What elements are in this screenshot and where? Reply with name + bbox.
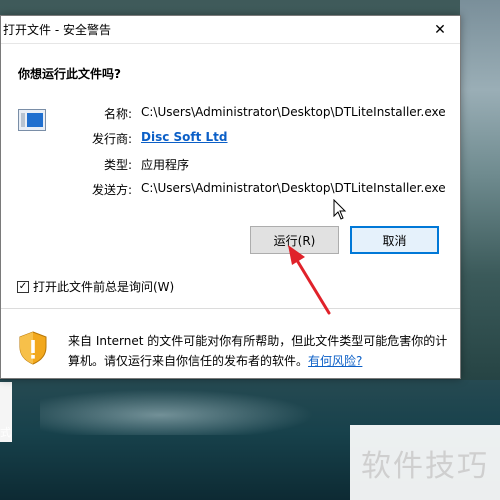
field-value-name: C:\Users\Administrator\Desktop\DTLiteIns… xyxy=(141,105,446,119)
publisher-link[interactable]: Disc Soft Ltd xyxy=(141,130,228,144)
close-button[interactable]: ✕ xyxy=(420,16,460,43)
field-label-name: 名称: xyxy=(103,107,132,121)
always-ask-checkbox[interactable]: ✓ xyxy=(17,280,29,293)
warning-text: 来自 Internet 的文件可能对你有所帮助，但此文件类型可能危害你的计算机。… xyxy=(68,334,448,368)
always-ask-label: 打开此文件前总是询问(W) xyxy=(33,280,175,294)
field-value-from: C:\Users\Administrator\Desktop\DTLiteIns… xyxy=(141,181,446,195)
shield-warning-icon xyxy=(19,331,47,365)
always-ask-checkbox-row[interactable]: ✓ 打开此文件前总是询问(W) xyxy=(17,278,174,295)
field-label-type: 类型: xyxy=(103,158,132,172)
cancel-button[interactable]: 取消 xyxy=(350,226,439,254)
risk-link[interactable]: 有何风险? xyxy=(308,354,362,368)
field-row-type: 类型: 应用程序 xyxy=(1,156,462,176)
field-label-from: 发送方: xyxy=(91,183,132,197)
red-arrow-annotation-icon xyxy=(288,245,331,315)
mouse-cursor-icon xyxy=(333,199,347,220)
security-warning-dialog: 打开文件 - 安全警告 ✕ 你想运行此文件吗? 名称: C:\Users\Adm… xyxy=(0,15,461,379)
divider xyxy=(1,308,460,309)
field-row-name: 名称: C:\Users\Administrator\Desktop\DTLit… xyxy=(1,105,462,125)
field-label-publisher: 发行商: xyxy=(91,132,132,146)
field-row-from: 发送方: C:\Users\Administrator\Desktop\DTLi… xyxy=(1,181,462,201)
desktop-icon-label-partial: 式 xyxy=(0,426,11,439)
dialog-title: 打开文件 - 安全警告 xyxy=(3,23,111,37)
close-icon: ✕ xyxy=(434,21,446,38)
title-bar[interactable]: 打开文件 - 安全警告 ✕ xyxy=(1,16,460,44)
warning-text-block: 来自 Internet 的文件可能对你有所帮助，但此文件类型可能危害你的计算机。… xyxy=(68,331,448,371)
watermark: 软件技巧 xyxy=(350,425,500,500)
field-row-publisher: 发行商: Disc Soft Ltd xyxy=(1,130,462,150)
dialog-question: 你想运行此文件吗? xyxy=(18,67,121,81)
field-value-type: 应用程序 xyxy=(141,158,190,172)
